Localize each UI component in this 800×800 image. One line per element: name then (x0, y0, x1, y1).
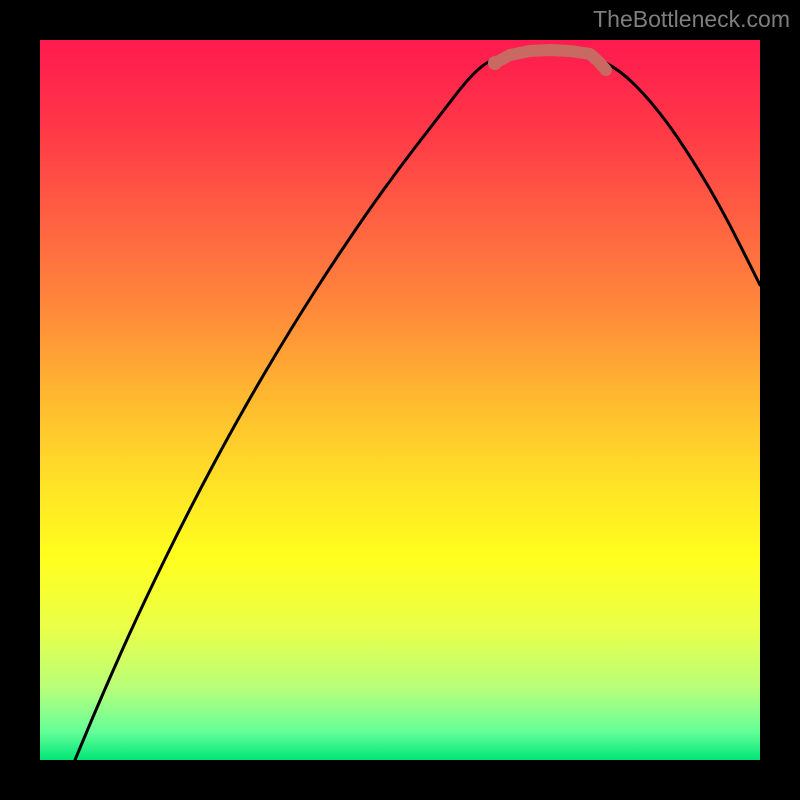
chart-frame: TheBottleneck.com (0, 0, 800, 800)
attribution-label: TheBottleneck.com (593, 6, 790, 33)
highlight-segment-dot (488, 56, 502, 70)
gradient-background (40, 40, 760, 760)
chart-svg (40, 40, 760, 760)
plot-area (40, 40, 760, 760)
